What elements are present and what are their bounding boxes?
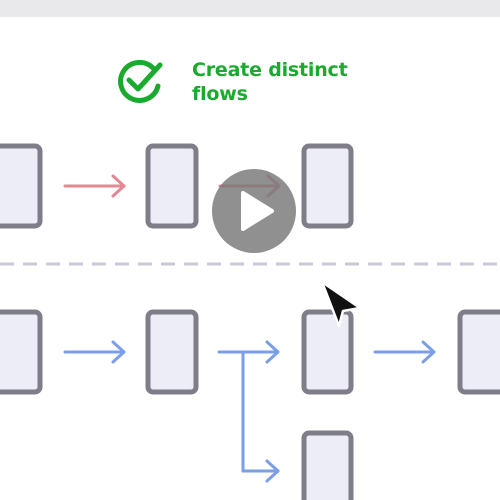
screen-bottom-1	[0, 309, 43, 395]
screen-top-1	[0, 143, 43, 229]
feature-heading: Create distinct flows	[116, 58, 416, 108]
screen-bottom-branch	[301, 430, 354, 500]
screen-top-3	[301, 143, 354, 229]
screen-bottom-4	[457, 309, 500, 395]
heading-line-1: Create distinct	[192, 59, 348, 81]
check-circle-icon	[118, 60, 163, 103]
flow-arrow-blue-3	[373, 340, 436, 364]
play-button[interactable]	[212, 169, 296, 253]
screen-bottom-2	[145, 309, 199, 395]
flow-arrow-blue-1	[63, 340, 126, 364]
flow-arrow-blue-split	[217, 340, 280, 483]
mouse-pointer-icon	[320, 280, 362, 328]
screen-top-2	[145, 143, 199, 229]
play-icon	[241, 191, 274, 231]
heading-text: Create distinct flows	[192, 58, 392, 106]
flow-arrow-red-1	[63, 174, 126, 198]
heading-line-2: flows	[192, 83, 248, 105]
